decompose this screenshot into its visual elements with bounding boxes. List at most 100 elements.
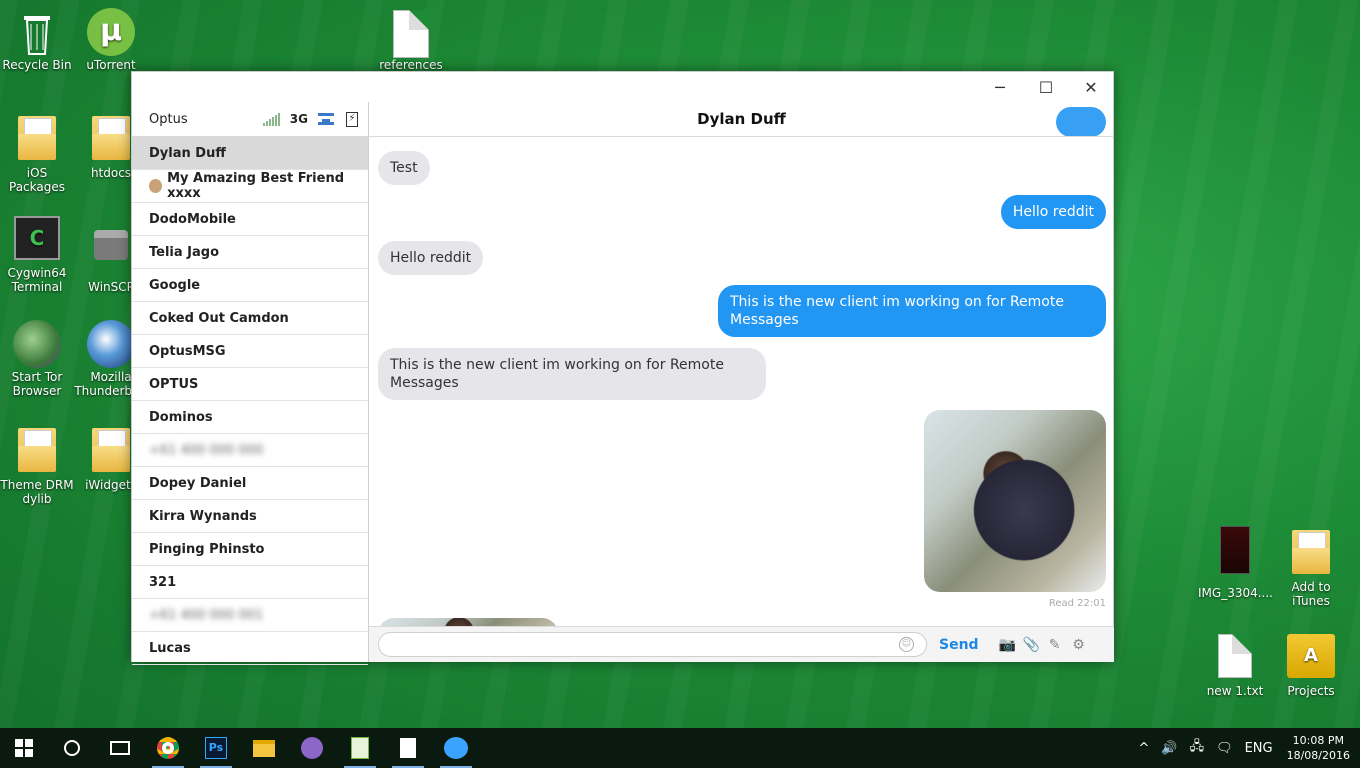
- desktop-icon-tor[interactable]: Start Tor Browser: [0, 320, 74, 398]
- message-photo-incoming[interactable]: [378, 618, 558, 626]
- attachment-icon[interactable]: 📎: [1023, 637, 1040, 653]
- contact-name: My Amazing Best Friend xxxx: [167, 171, 344, 201]
- taskbar-clock[interactable]: 10:08 PM 18/08/2016: [1287, 733, 1350, 763]
- desktop-icon-label: Start Tor Browser: [11, 370, 63, 398]
- chat-header: Dylan Duff: [369, 102, 1114, 137]
- smiley-icon[interactable]: ☺: [899, 637, 914, 652]
- desktop-icon-label: uTorrent: [86, 58, 136, 72]
- cortana-button[interactable]: [48, 728, 96, 768]
- contact-name: OPTUS: [149, 376, 199, 392]
- contact-list-item[interactable]: +61 400 000 001: [132, 599, 368, 632]
- contact-name: Lucas: [149, 640, 191, 656]
- desktop-icon-label: references: [379, 58, 443, 72]
- notepad-plus-icon: [351, 737, 369, 759]
- recycle-bin-icon: [13, 8, 61, 56]
- folder-icon: [92, 428, 130, 472]
- taskbar-chrome[interactable]: [144, 728, 192, 768]
- taskbar-file[interactable]: [384, 728, 432, 768]
- volume-icon[interactable]: 🔊: [1161, 741, 1177, 756]
- contact-list-item[interactable]: Coked Out Camdon: [132, 302, 368, 335]
- contact-list-item[interactable]: OPTUS: [132, 368, 368, 401]
- contact-name: Kirra Wynands: [149, 508, 257, 524]
- phone-status-bar: Optus 3G ⚡: [132, 102, 368, 137]
- desktop-icon-recycle-bin[interactable]: Recycle Bin: [0, 8, 74, 72]
- message-photo-outgoing[interactable]: [924, 410, 1106, 592]
- compose-icon[interactable]: ✎: [1047, 637, 1063, 653]
- message-bubble-outgoing[interactable]: This is the new client im working on for…: [718, 285, 1106, 337]
- contact-list-item[interactable]: Google: [132, 269, 368, 302]
- language-indicator[interactable]: ENG: [1245, 741, 1273, 756]
- contact-list-item[interactable]: Lucas: [132, 632, 368, 665]
- contact-name: Dominos: [149, 409, 213, 425]
- show-hidden-icons-icon[interactable]: ^: [1138, 741, 1149, 756]
- contact-list-item[interactable]: 321: [132, 566, 368, 599]
- folder-icon: [1292, 530, 1330, 574]
- close-button[interactable]: ✕: [1068, 72, 1114, 102]
- desktop-icon-label: IMG_3304....: [1198, 586, 1273, 600]
- message-input[interactable]: [378, 632, 927, 657]
- contact-list-item[interactable]: OptusMSG: [132, 335, 368, 368]
- clock-date: 18/08/2016: [1286, 749, 1350, 762]
- camera-icon[interactable]: 📷: [999, 637, 1016, 653]
- title-bar[interactable]: ─ ☐ ✕: [132, 72, 1113, 102]
- desktop-icon-add-to-itunes[interactable]: Add to iTunes: [1274, 526, 1348, 608]
- contact-list-item[interactable]: DodoMobile: [132, 203, 368, 236]
- close-icon: ✕: [1084, 77, 1098, 97]
- settings-gear-icon[interactable]: ⚙: [1071, 637, 1087, 653]
- desktop-icon-references[interactable]: references: [374, 8, 448, 72]
- message-bubble-incoming[interactable]: This is the new client im working on for…: [378, 348, 766, 400]
- contact-name: OptusMSG: [149, 343, 226, 359]
- taskbar-photoshop[interactable]: Ps: [192, 728, 240, 768]
- desktop-icon-label: new 1.txt: [1206, 684, 1264, 698]
- messages-icon: [444, 737, 468, 759]
- desktop-icon-cygwin[interactable]: C Cygwin64 Terminal: [0, 216, 74, 294]
- send-button[interactable]: Send: [939, 637, 979, 653]
- task-view-button[interactable]: [96, 728, 144, 768]
- message-bubble-incoming[interactable]: Test: [378, 151, 430, 185]
- projects-folder-icon: A: [1287, 634, 1335, 682]
- desktop-icon-ios-packages[interactable]: iOS Packages: [0, 112, 74, 194]
- taskbar-file-explorer[interactable]: [240, 728, 288, 768]
- start-button[interactable]: [0, 728, 48, 768]
- desktop-icon-label: Projects: [1287, 684, 1335, 698]
- action-center-icon[interactable]: 🗨: [1216, 741, 1233, 756]
- message-bubble-incoming[interactable]: Hello reddit: [378, 241, 484, 275]
- maximize-button[interactable]: ☐: [1023, 72, 1069, 102]
- contact-list-item[interactable]: +61 400 000 000: [132, 434, 368, 467]
- windows-logo-icon: [15, 739, 33, 757]
- message-list[interactable]: Test Hello reddit Hello reddit This is t…: [369, 138, 1114, 626]
- file-explorer-icon: [253, 739, 275, 757]
- desktop-icon-utorrent[interactable]: µ uTorrent: [74, 8, 148, 72]
- network-icon[interactable]: 🖧: [1190, 737, 1205, 759]
- taskbar-notepad-plus[interactable]: [336, 728, 384, 768]
- desktop-icon-label: Add to iTunes: [1291, 580, 1331, 608]
- desktop-icon-theme-drm[interactable]: Theme DRM dylib: [0, 424, 74, 506]
- signal-strength-icon: [262, 112, 280, 126]
- contact-list-item[interactable]: My Amazing Best Friend xxxx: [132, 170, 368, 203]
- chat-panel: Dylan Duff Test Hello reddit Hello reddi…: [369, 102, 1114, 662]
- contact-list-item[interactable]: Kirra Wynands: [132, 500, 368, 533]
- desktop-icon-new-1-txt[interactable]: new 1.txt: [1198, 632, 1272, 698]
- contact-name: +61 400 000 000: [149, 442, 264, 458]
- taskbar-github[interactable]: [288, 728, 336, 768]
- contact-list-item[interactable]: Telia Jago: [132, 236, 368, 269]
- taskbar-messages[interactable]: [432, 728, 480, 768]
- message-bubble-outgoing[interactable]: Hello reddit: [1000, 195, 1106, 229]
- chat-title: Dylan Duff: [697, 110, 786, 128]
- contact-list-item[interactable]: Pinging Phinsto: [132, 533, 368, 566]
- message-composer: ☺ Send 📷 📎 ✎ ⚙: [369, 626, 1114, 662]
- contact-list-item[interactable]: Dominos: [132, 401, 368, 434]
- tor-icon: [13, 320, 61, 368]
- wifi-icon: [318, 113, 334, 125]
- contact-list-item[interactable]: Dylan Duff: [132, 137, 368, 170]
- contact-name: Pinging Phinsto: [149, 541, 265, 557]
- minimize-button[interactable]: ─: [977, 72, 1023, 102]
- folder-icon: [18, 116, 56, 160]
- desktop-icon-img-3304[interactable]: IMG_3304....: [1198, 526, 1273, 600]
- contact-name: 321: [149, 574, 177, 590]
- desktop-icon-projects[interactable]: A Projects: [1274, 632, 1348, 698]
- contact-name: +61 400 000 001: [149, 607, 264, 623]
- contact-list-item[interactable]: Dopey Daniel: [132, 467, 368, 500]
- file-icon: [400, 738, 416, 758]
- utorrent-icon: µ: [87, 8, 135, 56]
